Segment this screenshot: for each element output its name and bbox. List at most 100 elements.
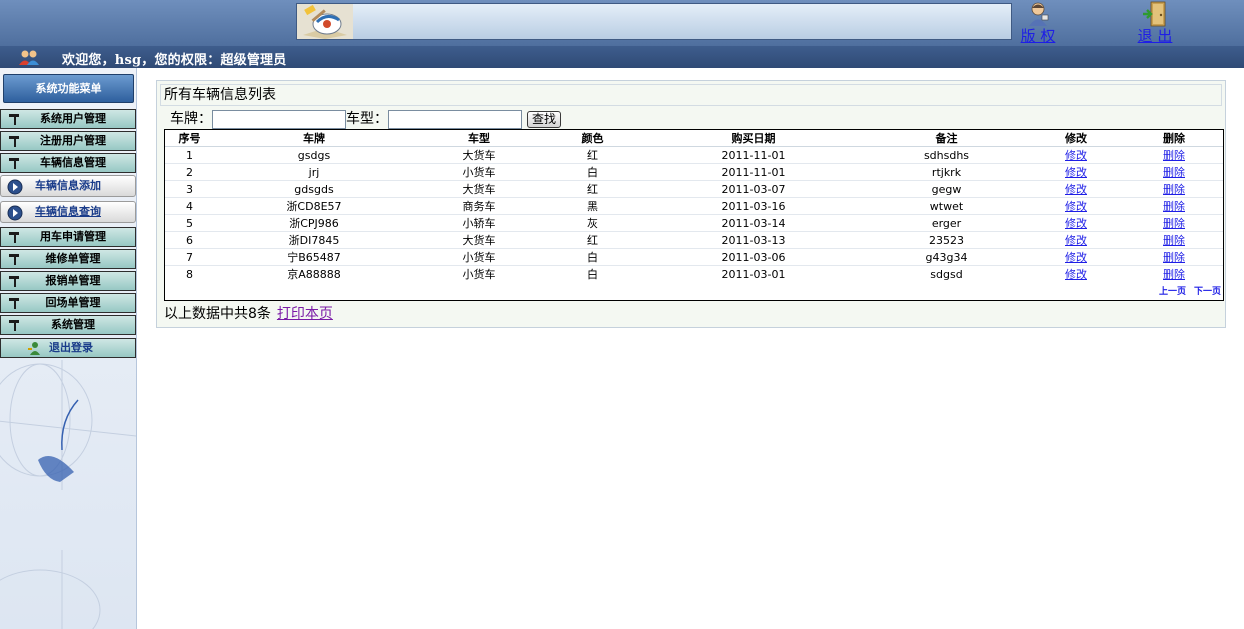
- prev-page-link[interactable]: 上一页: [1159, 287, 1186, 297]
- pager: 上一页 下一页: [1151, 284, 1221, 297]
- sidebar-menu-header[interactable]: 系统功能菜单: [3, 74, 134, 103]
- sidebar-item-system-users[interactable]: 系统用户管理: [0, 109, 136, 129]
- action-cell: 删除: [1125, 197, 1223, 215]
- table-cell: 2011-03-16: [641, 197, 866, 215]
- edit-link[interactable]: 修改: [1065, 251, 1087, 264]
- table-cell: 浙CD8E57: [214, 197, 414, 215]
- action-cell: 删除: [1125, 146, 1223, 164]
- table-cell: 浙DI7845: [214, 231, 414, 249]
- edit-link[interactable]: 修改: [1065, 149, 1087, 162]
- table-body: 1 gsdgs 大货车红 2011-11-01 sdhsdhs 修改 删除 2 jrj 小货车白 2…: [165, 146, 1223, 283]
- action-cell: 修改: [1027, 197, 1125, 215]
- table-row: 2 jrj 小货车白 2011-11-01 rtjkrk 修改 删除: [165, 163, 1223, 181]
- table-cell: 红: [544, 146, 641, 164]
- sidebar-item-registered-users[interactable]: 注册用户管理: [0, 131, 136, 151]
- table-cell: 2011-03-13: [641, 231, 866, 249]
- action-cell: 修改: [1027, 146, 1125, 164]
- user-admin-icon: [1029, 2, 1049, 26]
- delete-link[interactable]: 删除: [1163, 166, 1185, 179]
- logo-illustration-icon: [297, 4, 353, 39]
- edit-link[interactable]: 修改: [1065, 268, 1087, 281]
- copyright-link[interactable]: 版 权: [1008, 28, 1068, 44]
- table-cell: 浙CPJ986: [214, 214, 414, 232]
- record-count-text: 以上数据中共8条: [164, 306, 271, 322]
- delete-link[interactable]: 删除: [1163, 200, 1185, 213]
- action-cell: 修改: [1027, 231, 1125, 249]
- table-cell: 大货车: [414, 146, 544, 164]
- column-header: 车型: [414, 130, 544, 147]
- edit-link[interactable]: 修改: [1065, 217, 1087, 230]
- table-row: 6 浙DI7845 大货车红 2011-03-13 23523 修改 删除: [165, 231, 1223, 249]
- plate-label: 车牌：: [170, 111, 212, 127]
- table-cell: 4: [165, 197, 214, 215]
- table-cell: 7: [165, 248, 214, 266]
- table-cell: 红: [544, 231, 641, 249]
- arrow-right-circle-icon: [7, 205, 23, 221]
- table-cell: 2: [165, 163, 214, 181]
- table-cell: 白: [544, 265, 641, 283]
- table-cell: 宁B65487: [214, 248, 414, 266]
- action-cell: 删除: [1125, 231, 1223, 249]
- table-cell: 2011-03-14: [641, 214, 866, 232]
- delete-link[interactable]: 删除: [1163, 234, 1185, 247]
- print-page-link[interactable]: 打印本页: [277, 306, 333, 322]
- column-header: 颜色: [544, 130, 641, 147]
- table-cell: 2011-11-01: [641, 163, 866, 181]
- globe-mouse-decoration-icon: [0, 360, 136, 629]
- sidebar-item-label: 车辆信息管理: [40, 156, 106, 169]
- logout-link[interactable]: 退 出: [1125, 28, 1185, 44]
- logout-link-wrap[interactable]: 退 出: [1125, 1, 1185, 45]
- table-header-row: 序号 车牌 车型 颜色 购买日期 备注 修改 删除: [165, 130, 1223, 147]
- search-button[interactable]: 查找: [527, 111, 562, 128]
- edit-link[interactable]: 修改: [1065, 166, 1087, 179]
- edit-link[interactable]: 修改: [1065, 183, 1087, 196]
- delete-link[interactable]: 删除: [1163, 183, 1185, 196]
- action-cell: 删除: [1125, 265, 1223, 283]
- delete-link[interactable]: 删除: [1163, 217, 1185, 230]
- table-cell: erger: [866, 214, 1027, 232]
- table-row: 3 gdsgds 大货车红 2011-03-07 gegw 修改 删除: [165, 180, 1223, 198]
- copyright-link-wrap[interactable]: 版 权: [1008, 1, 1068, 45]
- table-cell: 白: [544, 163, 641, 181]
- next-page-link[interactable]: 下一页: [1194, 287, 1221, 297]
- action-cell: 修改: [1027, 214, 1125, 232]
- sidebar-item-car-request[interactable]: 用车申请管理: [0, 227, 136, 247]
- column-header: 购买日期: [641, 130, 866, 147]
- delete-link[interactable]: 删除: [1163, 268, 1185, 281]
- table-cell: 灰: [544, 214, 641, 232]
- column-header: 车牌: [214, 130, 414, 147]
- action-cell: 删除: [1125, 163, 1223, 181]
- sidebar-logout-button[interactable]: 退出登录: [0, 338, 136, 358]
- plate-search-input[interactable]: [212, 110, 346, 129]
- edit-link[interactable]: 修改: [1065, 234, 1087, 247]
- sidebar-item-repair-orders[interactable]: 维修单管理: [0, 249, 136, 269]
- type-search-input[interactable]: [388, 110, 522, 129]
- sidebar-item-vehicle-management[interactable]: 车辆信息管理: [0, 153, 136, 173]
- column-header: 备注: [866, 130, 1027, 147]
- column-header: 序号: [165, 130, 214, 147]
- action-cell: 修改: [1027, 180, 1125, 198]
- search-bar: 车牌： 车型： 查找: [170, 109, 562, 131]
- sidebar-subitem-vehicle-query[interactable]: 车辆信息查询: [0, 201, 136, 223]
- table-cell: gegw: [866, 180, 1027, 198]
- sidebar-item-expense-claims[interactable]: 报销单管理: [0, 271, 136, 291]
- delete-link[interactable]: 删除: [1163, 149, 1185, 162]
- table-cell: 1: [165, 146, 214, 164]
- table-cell: 黑: [544, 197, 641, 215]
- sidebar-item-return-orders[interactable]: 回场单管理: [0, 293, 136, 313]
- edit-link[interactable]: 修改: [1065, 200, 1087, 213]
- column-header: 修改: [1027, 130, 1125, 147]
- table-cell: sdgsd: [866, 265, 1027, 283]
- vehicle-list-panel: 所有车辆信息列表 车牌： 车型： 查找 序号 车牌 车型 颜色 购买日期 备注 修改…: [156, 80, 1226, 328]
- table-cell: 小货车: [414, 248, 544, 266]
- delete-link[interactable]: 删除: [1163, 251, 1185, 264]
- sidebar-subitem-vehicle-add[interactable]: 车辆信息添加: [0, 175, 136, 197]
- table-cell: wtwet: [866, 197, 1027, 215]
- sidebar-logout-label: 退出登录: [49, 341, 93, 354]
- table-row: 5 浙CPJ986 小轿车灰 2011-03-14 erger 修改 删除: [165, 214, 1223, 232]
- action-cell: 修改: [1027, 265, 1125, 283]
- sidebar-item-system-management[interactable]: 系统管理: [0, 315, 136, 335]
- table-cell: sdhsdhs: [866, 146, 1027, 164]
- exit-door-icon: [1143, 1, 1166, 27]
- top-banner: 版 权 退 出: [0, 0, 1244, 46]
